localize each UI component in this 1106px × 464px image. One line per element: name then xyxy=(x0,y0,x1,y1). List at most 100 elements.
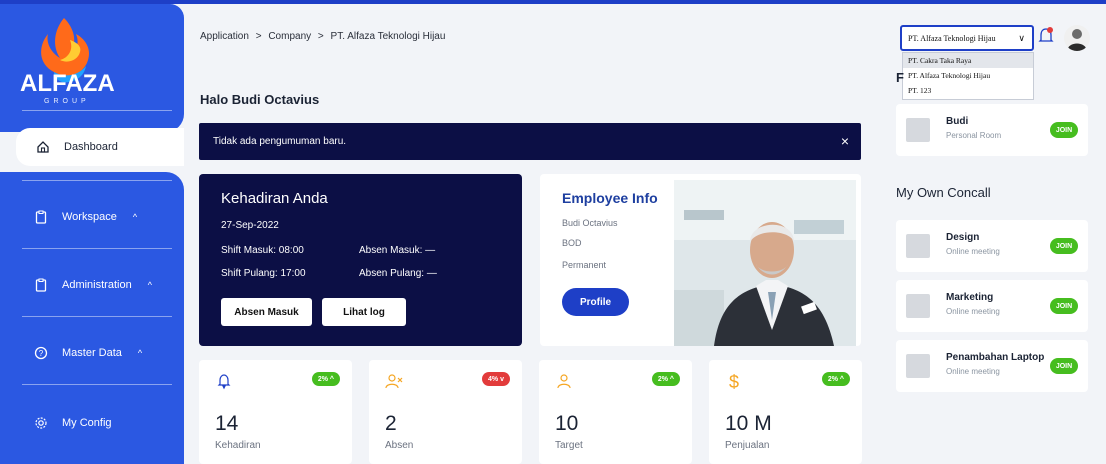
my-concall-heading: My Own Concall xyxy=(896,185,991,200)
announcement-banner: Tidak ada pengumuman baru. × xyxy=(199,123,861,160)
sidebar-item-master-data[interactable]: ? Master Data ^ xyxy=(14,334,182,372)
close-icon[interactable]: × xyxy=(841,133,849,149)
join-button[interactable]: JOIN xyxy=(1050,122,1078,138)
sidebar: ALFAZA GROUP Dashboard Workspace ^ Admin… xyxy=(0,4,184,464)
breadcrumb: Application > Company > PT. Alfaza Tekno… xyxy=(200,31,449,42)
room-thumbnail xyxy=(906,294,930,318)
room-name: Penambahan Laptop xyxy=(946,352,1045,363)
employee-position: BOD xyxy=(562,238,582,248)
join-button[interactable]: JOIN xyxy=(1050,298,1078,314)
room-thumbnail xyxy=(906,234,930,258)
bell-icon xyxy=(217,374,231,390)
breadcrumb-current: PT. Alfaza Teknologi Hijau xyxy=(330,31,446,42)
avatar[interactable] xyxy=(1064,25,1090,51)
shift-out: Shift Pulang: 17:00 xyxy=(221,268,306,279)
chevron-up-icon: ^ xyxy=(147,280,152,290)
employee-photo xyxy=(674,180,856,346)
company-select[interactable]: PT. Alfaza Teknologi Hijau ∨ xyxy=(900,25,1034,51)
company-option[interactable]: PT. Cakra Taka Raya xyxy=(903,53,1033,68)
room-thumbnail xyxy=(906,118,930,142)
sidebar-divider xyxy=(22,248,172,249)
personal-section-heading: F xyxy=(896,70,904,85)
brand-name: ALFAZA xyxy=(20,70,115,97)
absen-in: Absen Masuk: — xyxy=(359,245,436,256)
stat-pill-up: 2% ^ xyxy=(651,372,680,386)
breadcrumb-separator: > xyxy=(317,31,324,42)
attendance-title: Kehadiran Anda xyxy=(221,190,328,207)
company-option[interactable]: PT. 123 xyxy=(903,83,1033,98)
stat-card-target: 2% ^ 10 Target xyxy=(539,360,692,464)
shift-in: Shift Masuk: 08:00 xyxy=(221,245,304,256)
stat-card-penjualan: $ 2% ^ 10 M Penjualan xyxy=(709,360,862,464)
stat-card-absen: 4% v 2 Absen xyxy=(369,360,522,464)
sidebar-item-administration[interactable]: Administration ^ xyxy=(14,266,182,304)
employee-info-card: Employee Info Budi Octavius BOD Permanen… xyxy=(540,174,861,346)
room-thumbnail xyxy=(906,354,930,378)
breadcrumb-company[interactable]: Company xyxy=(268,31,311,42)
employee-info-title: Employee Info xyxy=(562,190,658,206)
clipboard-icon xyxy=(34,278,48,292)
absen-masuk-button[interactable]: Absen Masuk xyxy=(221,298,312,326)
chevron-up-icon: ^ xyxy=(137,348,143,358)
attendance-card: Kehadiran Anda 27-Sep-2022 Shift Masuk: … xyxy=(199,174,522,346)
notification-bell-icon[interactable] xyxy=(1037,26,1055,46)
sidebar-item-dashboard[interactable]: Dashboard xyxy=(16,128,184,166)
company-select-options: PT. Cakra Taka Raya PT. Alfaza Teknologi… xyxy=(902,52,1034,100)
user-x-icon xyxy=(385,374,403,389)
stat-label: Penjualan xyxy=(725,440,770,451)
absen-out: Absen Pulang: — xyxy=(359,268,437,279)
company-option[interactable]: PT. Alfaza Teknologi Hijau xyxy=(903,68,1033,83)
join-button[interactable]: JOIN xyxy=(1050,358,1078,374)
sidebar-divider xyxy=(22,110,172,111)
room-subtitle: Online meeting xyxy=(946,307,1000,316)
sidebar-item-label: Workspace xyxy=(62,211,117,223)
sidebar-divider xyxy=(22,316,172,317)
join-button[interactable]: JOIN xyxy=(1050,238,1078,254)
dollar-icon: $ xyxy=(729,372,739,390)
room-subtitle: Online meeting xyxy=(946,247,1000,256)
page-title: Halo Budi Octavius xyxy=(200,92,320,107)
stat-value: 14 xyxy=(215,412,239,435)
stat-value: 2 xyxy=(385,412,397,435)
help-circle-icon: ? xyxy=(34,346,48,360)
brand-subtitle: GROUP xyxy=(44,98,90,105)
announcement-text: Tidak ada pengumuman baru. xyxy=(213,136,347,147)
user-icon xyxy=(557,374,571,389)
profile-button[interactable]: Profile xyxy=(562,288,629,316)
chevron-up-icon: ^ xyxy=(132,212,138,222)
stat-label: Absen xyxy=(385,440,414,451)
home-icon xyxy=(36,140,50,154)
clipboard-icon xyxy=(34,210,48,224)
gear-icon xyxy=(34,416,48,430)
room-subtitle: Personal Room xyxy=(946,131,1002,140)
employee-status: Permanent xyxy=(562,260,607,270)
sidebar-item-label: Administration xyxy=(62,279,132,291)
stat-pill-down: 4% v xyxy=(482,372,510,386)
personal-room-card: Budi Personal Room JOIN xyxy=(896,104,1088,156)
concall-card-design: Design Online meeting JOIN xyxy=(896,220,1088,272)
stat-card-kehadiran: 2% ^ 14 Kehadiran xyxy=(199,360,352,464)
stat-value: 10 M xyxy=(725,412,772,435)
lihat-log-button[interactable]: Lihat log xyxy=(322,298,406,326)
sidebar-divider xyxy=(22,384,172,385)
attendance-date: 27-Sep-2022 xyxy=(221,220,279,231)
stat-label: Kehadiran xyxy=(215,440,261,451)
breadcrumb-separator: > xyxy=(255,31,262,42)
stat-value: 10 xyxy=(555,412,579,435)
svg-text:$: $ xyxy=(729,372,739,390)
sidebar-item-label: Master Data xyxy=(62,347,122,359)
concall-card-marketing: Marketing Online meeting JOIN xyxy=(896,280,1088,332)
sidebar-item-workspace[interactable]: Workspace ^ xyxy=(14,198,182,236)
employee-name: Budi Octavius xyxy=(562,218,618,228)
breadcrumb-application[interactable]: Application xyxy=(200,31,249,42)
room-name: Design xyxy=(946,232,980,243)
room-name: Marketing xyxy=(946,292,994,303)
room-name: Budi xyxy=(946,116,969,127)
sidebar-divider xyxy=(22,180,172,181)
app-frame: ALFAZA GROUP Dashboard Workspace ^ Admin… xyxy=(0,0,1106,464)
room-subtitle: Online meeting xyxy=(946,367,1000,376)
sidebar-item-label: Dashboard xyxy=(64,141,118,153)
sidebar-item-my-config[interactable]: My Config xyxy=(14,404,182,442)
chevron-down-icon: ∨ xyxy=(1018,33,1025,43)
concall-card-penambahan-laptop: Penambahan Laptop Online meeting JOIN xyxy=(896,340,1088,392)
